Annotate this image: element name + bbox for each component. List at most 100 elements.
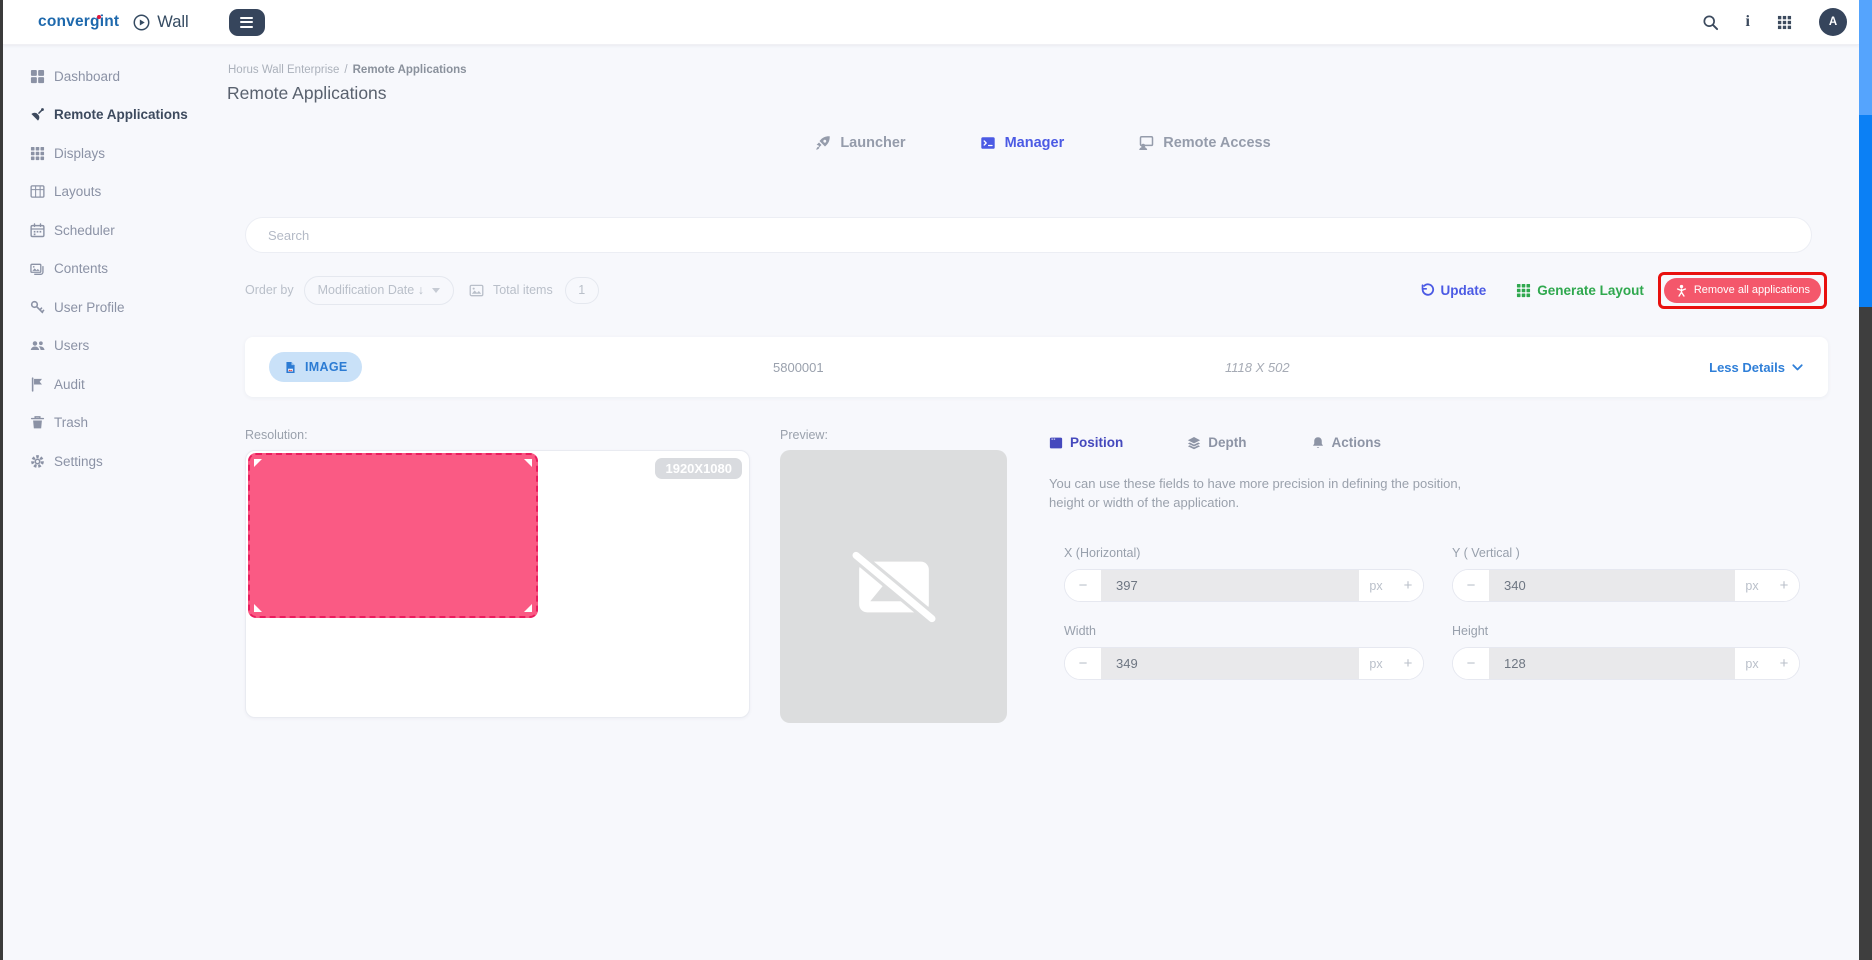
sidebar-item-displays[interactable]: Displays bbox=[3, 134, 227, 173]
remote-access-icon bbox=[1139, 136, 1154, 150]
sidebar-item-label: Layouts bbox=[54, 184, 102, 200]
tab-label: Manager bbox=[1004, 135, 1065, 151]
remove-all-applications-button[interactable]: Remove all applications bbox=[1663, 277, 1821, 303]
width-value-input[interactable]: 349 bbox=[1101, 648, 1359, 679]
sidebar: Dashboard Remote Applications Displays L… bbox=[3, 45, 227, 960]
breadcrumb-current: Remote Applications bbox=[352, 64, 467, 76]
application-region[interactable] bbox=[248, 453, 538, 618]
type-badge: IMAGE bbox=[269, 352, 363, 382]
product-name: Wall bbox=[133, 13, 189, 32]
tab-remote-access[interactable]: Remote Access bbox=[1138, 135, 1271, 151]
brand-text: convergint bbox=[38, 13, 120, 30]
page-title: Remote Applications bbox=[227, 83, 387, 103]
y-stepper: − 340 px + bbox=[1452, 569, 1800, 602]
resize-handle-bottom-right[interactable] bbox=[524, 604, 532, 612]
unit-label: px bbox=[1369, 656, 1383, 671]
decrement-button[interactable]: − bbox=[1453, 648, 1489, 679]
order-by-dropdown[interactable]: Modification Date ↓ bbox=[303, 275, 454, 305]
layers-icon bbox=[1188, 436, 1201, 449]
flag-icon bbox=[31, 377, 42, 392]
sidebar-item-remote-applications[interactable]: Remote Applications bbox=[3, 96, 227, 135]
sidebar-item-label: Scheduler bbox=[54, 222, 115, 238]
sidebar-item-label: Remote Applications bbox=[54, 107, 188, 123]
decrement-button[interactable]: − bbox=[1065, 648, 1101, 679]
resize-handle-top-right[interactable] bbox=[524, 459, 532, 467]
unit-label: px bbox=[1369, 578, 1383, 593]
users-icon bbox=[30, 341, 45, 351]
brand-red-dot-icon bbox=[97, 15, 101, 19]
sidebar-item-label: Settings bbox=[54, 453, 103, 469]
dashboard-grid-icon bbox=[30, 69, 45, 83]
topbar-actions: i A bbox=[1702, 8, 1847, 36]
sidebar-item-label: Displays bbox=[54, 145, 106, 161]
field-label: Height bbox=[1452, 624, 1489, 638]
sidebar-item-label: User Profile bbox=[54, 299, 125, 315]
scrollbar-thumb-light[interactable] bbox=[1859, 0, 1872, 115]
sidebar-item-layouts[interactable]: Layouts bbox=[3, 173, 227, 212]
decrement-button[interactable]: − bbox=[1065, 570, 1101, 601]
trash-icon bbox=[30, 416, 45, 429]
order-by-value: Modification Date ↓ bbox=[317, 283, 424, 297]
resize-handle-bottom-left[interactable] bbox=[254, 604, 262, 612]
tab-actions[interactable]: Actions bbox=[1311, 435, 1381, 450]
sidebar-item-users[interactable]: Users bbox=[3, 327, 227, 366]
total-items-image-icon bbox=[469, 283, 484, 298]
panel-tabs: Position Depth Actions bbox=[1049, 435, 1829, 450]
increment-button[interactable]: + bbox=[1769, 648, 1799, 679]
increment-button[interactable]: + bbox=[1769, 570, 1799, 601]
apps-grid-icon[interactable] bbox=[1777, 15, 1792, 30]
tab-launcher[interactable]: Launcher bbox=[815, 135, 906, 151]
calendar-icon bbox=[30, 222, 45, 237]
broken-image-icon bbox=[851, 549, 936, 624]
scrollbar-track[interactable] bbox=[1859, 307, 1872, 960]
scrollbar-thumb[interactable] bbox=[1859, 115, 1872, 307]
update-button[interactable]: Update bbox=[1420, 283, 1486, 298]
position-window-icon bbox=[1049, 437, 1063, 448]
avatar[interactable]: A bbox=[1819, 8, 1847, 36]
layout-table-icon bbox=[30, 185, 45, 199]
topbar: convergint Wall i A bbox=[3, 0, 1859, 45]
resize-handle-top-left[interactable] bbox=[254, 459, 262, 467]
less-details-toggle[interactable]: Less Details bbox=[1709, 360, 1804, 375]
info-icon[interactable]: i bbox=[1746, 14, 1750, 30]
tab-manager[interactable]: Manager bbox=[980, 135, 1065, 151]
unit-label: px bbox=[1745, 656, 1759, 671]
application-row[interactable]: IMAGE 5800001 1118 X 502 Less Details bbox=[245, 337, 1828, 397]
generate-layout-button[interactable]: Generate Layout bbox=[1516, 283, 1644, 298]
sidebar-item-label: Trash bbox=[54, 415, 89, 431]
y-value-input[interactable]: 340 bbox=[1489, 570, 1735, 601]
tab-position[interactable]: Position bbox=[1049, 435, 1123, 450]
key-icon bbox=[30, 300, 45, 314]
x-value-input[interactable]: 397 bbox=[1101, 570, 1359, 601]
sidebar-item-settings[interactable]: Settings bbox=[3, 442, 227, 481]
sidebar-item-user-profile[interactable]: User Profile bbox=[3, 288, 227, 327]
tab-depth[interactable]: Depth bbox=[1187, 435, 1247, 450]
decrement-button[interactable]: − bbox=[1453, 570, 1489, 601]
window-left-border bbox=[0, 0, 3, 960]
sidebar-item-contents[interactable]: Contents bbox=[3, 250, 227, 289]
preview-box bbox=[780, 450, 1007, 723]
menu-toggle-button[interactable] bbox=[228, 8, 265, 36]
height-value-input[interactable]: 128 bbox=[1489, 648, 1735, 679]
total-items-label: Total items bbox=[492, 283, 553, 297]
scrollbar[interactable] bbox=[1859, 0, 1872, 960]
view-tabs: Launcher Manager Remote Access bbox=[227, 135, 1859, 151]
breadcrumb-parent[interactable]: Horus Wall Enterprise bbox=[228, 64, 339, 76]
sidebar-item-audit[interactable]: Audit bbox=[3, 365, 227, 404]
sidebar-item-dashboard[interactable]: Dashboard bbox=[3, 57, 227, 96]
search-icon[interactable] bbox=[1702, 14, 1719, 31]
tab-label: Launcher bbox=[840, 135, 906, 151]
x-stepper: − 397 px + bbox=[1064, 569, 1424, 602]
generate-grid-icon bbox=[1517, 283, 1531, 297]
play-circle-icon bbox=[133, 14, 150, 31]
list-controls: Order by Modification Date ↓ Total items… bbox=[245, 271, 1827, 309]
width-stepper: − 349 px + bbox=[1064, 647, 1424, 680]
sidebar-item-scheduler[interactable]: Scheduler bbox=[3, 211, 227, 250]
increment-button[interactable]: + bbox=[1393, 648, 1423, 679]
increment-button[interactable]: + bbox=[1393, 570, 1423, 601]
resolution-canvas: 1920X1080 bbox=[245, 450, 750, 718]
image-file-icon bbox=[286, 361, 295, 373]
bell-icon bbox=[1312, 436, 1323, 448]
search-input[interactable] bbox=[245, 217, 1812, 253]
sidebar-item-trash[interactable]: Trash bbox=[3, 404, 227, 443]
